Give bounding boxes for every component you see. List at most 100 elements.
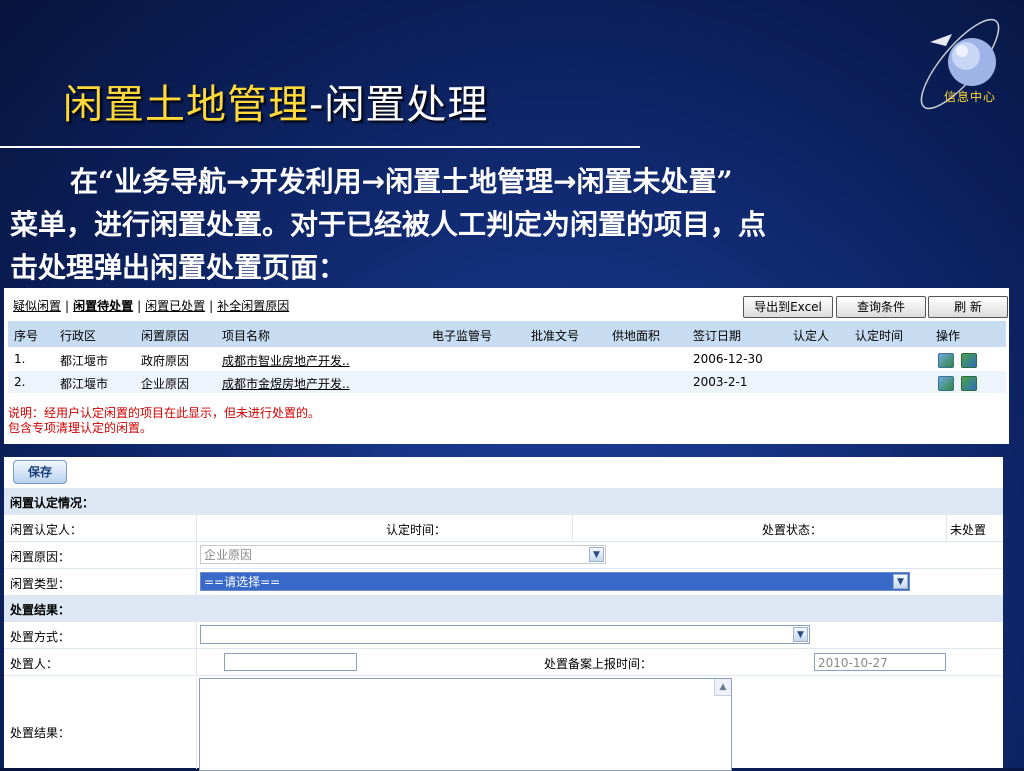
export-excel-button[interactable]: 导出到Excel (743, 296, 833, 318)
table-row: 1. 都江堰市 政府原因 成都市智业房地产开发.. 2006-12-30 (8, 348, 1006, 370)
identifier-label: 闲置认定人： (10, 523, 83, 537)
tab-separator: | (209, 299, 214, 313)
row-reason: 闲置原因： 企业原因 ▼ (4, 541, 1003, 568)
row-result: 处置结果： ▲ (4, 675, 1003, 771)
save-button[interactable]: 保存 (13, 460, 67, 484)
reason-select[interactable]: 企业原因 ▼ (200, 545, 606, 564)
intro-line-2: 菜单，进行闲置处置。对于已经被人工判定为闲置的项目，点 (10, 208, 767, 241)
identify-time-label: 认定时间： (386, 523, 447, 537)
row-identifier: 闲置认定人： 认定时间： 处置状态： 未处置 (4, 514, 1003, 541)
disposal-form-panel: 保存 闲置认定情况： 闲置认定人： 认定时间： 处置状态： 未处置 闲置原因： … (4, 457, 1003, 771)
type-select[interactable]: ==请选择== ▼ (200, 572, 910, 591)
intro-nav-idle: 闲置土地管理 (385, 165, 554, 198)
row-reason: 企业原因 (141, 377, 190, 391)
col-index: 序号 (14, 329, 39, 343)
result-textarea[interactable]: ▲ (199, 678, 732, 771)
arrow-right-icon: → (361, 165, 386, 198)
row-type: 闲置类型： ==请选择== ▼ (4, 568, 1003, 595)
cell-divider (196, 542, 197, 568)
note-line-2: 包含专项清理认定的闲置。 (8, 421, 153, 435)
arrow-right-icon: → (553, 165, 577, 198)
method-select[interactable]: ▼ (200, 625, 810, 644)
cell-divider (196, 569, 197, 595)
tab-disposed[interactable]: 闲置已处置 (145, 299, 205, 313)
row-reason: 政府原因 (141, 354, 190, 368)
refresh-button[interactable]: 刷 新 (928, 296, 1008, 318)
row-date: 2003-2-1 (693, 375, 748, 389)
edit-record-icon[interactable] (938, 353, 954, 368)
chevron-down-icon: ▼ (589, 547, 604, 562)
col-supervision-no: 电子监管号 (432, 329, 493, 343)
dispose-record-icon[interactable] (961, 376, 977, 391)
row-handler: 处置人： 处置备案上报时间： 2010-10-27 (4, 648, 1003, 675)
title-divider (0, 146, 640, 148)
slide-title-sub: 闲置处理 (324, 82, 489, 128)
section-title: 处置结果： (10, 603, 71, 617)
table-header: 序号 行政区 闲置原因 项目名称 电子监管号 批准文号 供地面积 签订日期 认定… (8, 321, 1006, 347)
row-project-link[interactable]: 成都市金煜房地产开发.. (222, 375, 350, 392)
cell-divider (196, 515, 197, 541)
col-actions: 操作 (936, 329, 961, 343)
cell-divider (946, 515, 947, 541)
logo-text: 信息中心 (944, 90, 997, 104)
idle-list-panel: 疑似闲置 | 闲置待处置 | 闲置已处置 | 补全闲置原因 导出到Excel 查询条件 刷 … (4, 288, 1009, 444)
col-identifier: 认定人 (793, 329, 830, 343)
status-label: 处置状态： (762, 523, 823, 537)
row-index: 1. (14, 352, 26, 366)
list-note: 说明：经用户认定闲置的项目在此显示，但未进行处置的。 包含专项清理认定的闲置。 (8, 406, 320, 436)
section-title: 闲置认定情况： (10, 496, 95, 510)
edit-record-icon[interactable] (938, 376, 954, 391)
col-reason: 闲置原因 (141, 329, 190, 343)
intro-line-3: 击处理弹出闲置处置页面： (10, 251, 347, 284)
arrow-right-icon: → (226, 165, 250, 198)
method-label: 处置方式： (10, 630, 71, 644)
handler-input[interactable] (224, 653, 357, 671)
tab-separator: | (65, 299, 70, 313)
row-method: 处置方式： ▼ (4, 621, 1003, 648)
handler-label: 处置人： (10, 657, 59, 671)
report-time-input[interactable]: 2010-10-27 (814, 653, 946, 671)
slide-title: 闲置土地管理-闲置处理 (63, 72, 488, 130)
cell-divider (196, 649, 197, 675)
scroll-up-icon[interactable]: ▲ (714, 679, 731, 696)
row-district: 都江堰市 (60, 377, 109, 391)
type-label: 闲置类型： (10, 577, 71, 591)
section-disposal-result: 处置结果： (4, 595, 1003, 621)
slide-title-separator: - (309, 82, 325, 128)
intro-nav-dev: 开发利用 (249, 165, 362, 198)
col-project: 项目名称 (222, 329, 271, 343)
col-district: 行政区 (60, 329, 97, 343)
col-approval-no: 批准文号 (531, 329, 580, 343)
col-area: 供地面积 (612, 329, 661, 343)
cell-divider (196, 622, 197, 648)
reason-select-value: 企业原因 (204, 548, 253, 562)
type-select-value: ==请选择== (204, 575, 281, 589)
tab-pending-disposal[interactable]: 闲置待处置 (73, 299, 133, 313)
row-project-link[interactable]: 成都市智业房地产开发.. (222, 352, 350, 369)
report-time-label: 处置备案上报时间： (544, 657, 653, 671)
cell-divider (572, 515, 573, 541)
tab-complete-reason[interactable]: 补全闲置原因 (217, 299, 289, 313)
reason-label: 闲置原因： (10, 550, 71, 564)
result-label: 处置结果： (10, 726, 71, 740)
intro-text: 在“业务导航→开发利用→闲置土地管理→闲置未处置” 菜单，进行闲置处置。对于已经… (10, 160, 1010, 289)
slide-title-main: 闲置土地管理 (63, 82, 309, 128)
dispose-record-icon[interactable] (961, 353, 977, 368)
chevron-down-icon: ▼ (893, 574, 908, 589)
chevron-down-icon: ▼ (793, 627, 808, 642)
row-date: 2006-12-30 (693, 352, 763, 366)
list-tabs: 疑似闲置 | 闲置待处置 | 闲置已处置 | 补全闲置原因 (13, 297, 289, 314)
tab-suspected-idle[interactable]: 疑似闲置 (13, 299, 61, 313)
row-district: 都江堰市 (60, 354, 109, 368)
tab-separator: | (137, 299, 142, 313)
col-identify-time: 认定时间 (855, 329, 904, 343)
intro-line-1: 在“业务导航→开发利用→闲置土地管理→闲置未处置” (10, 160, 1010, 203)
query-conditions-button[interactable]: 查询条件 (836, 296, 926, 318)
section-idle-identification: 闲置认定情况： (4, 488, 1003, 514)
status-value: 未处置 (950, 523, 987, 537)
row-index: 2. (14, 375, 26, 389)
cell-divider (196, 676, 197, 769)
col-date: 签订日期 (693, 329, 742, 343)
intro-nav-end: 闲置未处置” (576, 165, 733, 198)
table-row: 2. 都江堰市 企业原因 成都市金煜房地产开发.. 2003-2-1 (8, 371, 1006, 393)
